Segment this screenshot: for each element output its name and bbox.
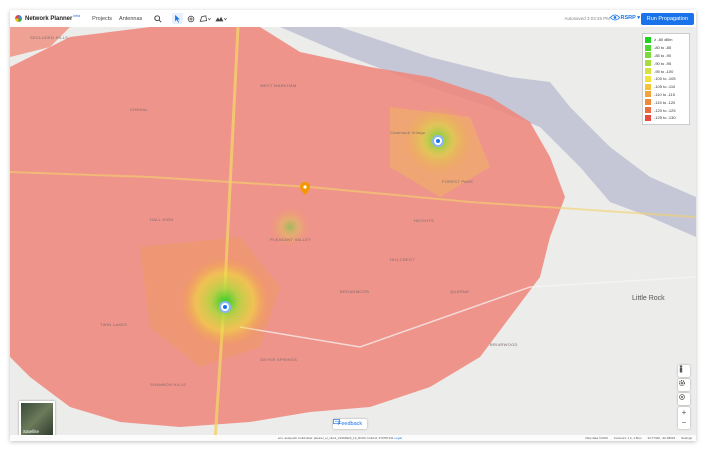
street-view-pegman-icon[interactable] xyxy=(678,365,690,377)
legend-row: -80 to -85 xyxy=(645,44,687,52)
map-label-geyer-springs: GEYER SPRINGS xyxy=(260,357,298,362)
build-info-text: env: autopush, build label: planner_ui_c… xyxy=(278,436,394,440)
legend-swatch xyxy=(645,60,651,67)
app-logo[interactable]: Network Planner beta xyxy=(15,13,81,22)
draw-area-icon[interactable] xyxy=(199,13,212,24)
map-label-shannon-hills: SHANNON HILLS xyxy=(150,382,187,387)
map-label-forest-park: FOREST PARK xyxy=(442,179,474,184)
map-label-west-markham: WEST MARKHAM xyxy=(260,83,297,88)
legend-swatch xyxy=(645,44,651,51)
satellite-toggle[interactable]: Satellite xyxy=(19,401,55,437)
legend-row: -105 to -110 xyxy=(645,83,687,91)
legend-label: -80 to -85 xyxy=(654,45,672,51)
build-info: env: autopush, build label: planner_ui_c… xyxy=(278,436,402,440)
legend-row: -95 to -100 xyxy=(645,67,687,75)
legend-label: ≥ -80 dBm xyxy=(654,37,673,43)
zoom-control: + − xyxy=(678,407,690,429)
legend-label: -110 to -115 xyxy=(654,91,675,97)
legend-row: -90 to -95 xyxy=(645,59,687,67)
map-label-secluded-hills: SECLUDED HILLS xyxy=(30,35,69,40)
feedback-label: Feedback xyxy=(338,421,363,427)
settings-link[interactable]: Settings xyxy=(681,436,692,440)
coverage-map[interactable]: SECLUDED HILLS Cammack Village FOREST PA… xyxy=(10,27,696,441)
visibility-eye-icon[interactable] xyxy=(609,13,621,24)
map-label-little-rock: Little Rock xyxy=(632,295,665,302)
map-label-twin-lakes: TWIN LAKES xyxy=(100,322,128,327)
map-canvas xyxy=(10,27,696,441)
zoom-out-icon[interactable]: − xyxy=(682,418,687,428)
beta-badge: beta xyxy=(73,13,81,18)
map-label-cammack: Cammack Village xyxy=(390,130,426,135)
metric-select[interactable]: RSRP ▾ xyxy=(621,15,640,21)
legend-swatch xyxy=(645,114,651,121)
build-info-link[interactable]: Legal xyxy=(394,436,401,440)
legend-label: -90 to -95 xyxy=(654,60,672,66)
network-planner-logo-icon xyxy=(15,15,22,22)
search-icon[interactable] xyxy=(154,13,162,24)
legend-row: -115 to -120 xyxy=(645,98,687,106)
legend-label: -85 to -90 xyxy=(654,52,672,58)
legend-row: -120 to -125 xyxy=(645,106,687,114)
nav-antennas[interactable]: Antennas xyxy=(119,16,142,22)
map-data-credit: Map data ©2019 xyxy=(585,436,608,440)
terrain-layer-icon[interactable] xyxy=(215,13,228,24)
legend-swatch xyxy=(645,107,651,114)
rsrp-legend: ≥ -80 dBm -80 to -85 -85 to -90 -90 to -95 -… xyxy=(642,33,690,125)
map-label-hillcrest: HILLCREST xyxy=(390,257,415,262)
legend-row: -125 to -130 xyxy=(645,114,687,122)
map-label-heights: HEIGHTS xyxy=(414,218,434,223)
antenna-site-marker-2[interactable] xyxy=(432,135,444,147)
legend-label: -115 to -120 xyxy=(654,99,676,105)
chevron-down-icon: ▾ xyxy=(637,15,640,21)
map-label-chenal: CHENAL xyxy=(130,107,149,112)
cursor-coordinates: 34.77346, -92.38633 xyxy=(647,436,676,440)
legend-label: -95 to -100 xyxy=(654,68,674,74)
legend-row: ≥ -80 dBm xyxy=(645,36,687,44)
top-toolbar: Network Planner beta Projects Antennas A… xyxy=(10,10,696,28)
my-location-icon[interactable] xyxy=(678,393,690,405)
legend-label: -120 to -125 xyxy=(654,107,676,113)
autosave-status: Autosaved 3:03:45 PM xyxy=(564,16,610,21)
legend-row: -110 to -115 xyxy=(645,91,687,99)
map-label-hall-high: HALL HIGH xyxy=(150,217,174,222)
legend-swatch xyxy=(645,99,651,106)
metric-select-value: RSRP xyxy=(620,15,636,21)
legend-label: -105 to -110 xyxy=(654,84,676,90)
main-nav: Projects Antennas xyxy=(92,16,142,22)
app-title: Network Planner xyxy=(25,15,73,22)
map-label-broadmoor: BROADMOOR xyxy=(340,289,370,294)
nav-projects[interactable]: Projects xyxy=(92,16,112,22)
select-pointer-icon[interactable] xyxy=(172,13,184,24)
legend-swatch xyxy=(645,52,651,59)
legend-label: -125 to -130 xyxy=(654,115,676,121)
add-site-icon[interactable] xyxy=(187,13,195,24)
feedback-button[interactable]: Feedback xyxy=(333,419,368,429)
settings-gear-icon[interactable] xyxy=(678,379,690,391)
map-label-briarwood: BRIARWOOD xyxy=(490,342,518,347)
legend-label: -100 to -105 xyxy=(654,76,676,82)
map-label-pleasant-valley: PLEASANT VALLEY xyxy=(270,237,312,242)
feedback-icon xyxy=(333,419,340,425)
map-label-quapaw: QUAPAW xyxy=(450,289,470,294)
satellite-label: Satellite xyxy=(23,429,40,434)
zoom-in-icon[interactable]: + xyxy=(682,408,687,418)
legend-swatch xyxy=(645,68,651,75)
legend-row: -85 to -90 xyxy=(645,52,687,60)
legend-row: -100 to -105 xyxy=(645,75,687,83)
map-scale: Contours: 1 k, 1.6km xyxy=(613,436,642,440)
map-footer: env: autopush, build label: planner_ui_c… xyxy=(10,435,696,441)
antenna-site-marker-1[interactable] xyxy=(219,301,231,313)
legend-swatch xyxy=(645,83,651,90)
legend-swatch xyxy=(645,75,651,82)
legend-swatch xyxy=(645,36,651,43)
run-propagation-button[interactable]: Run Propagation xyxy=(640,13,694,25)
legend-swatch xyxy=(645,91,651,98)
app-window: Network Planner beta Projects Antennas A… xyxy=(10,10,696,441)
